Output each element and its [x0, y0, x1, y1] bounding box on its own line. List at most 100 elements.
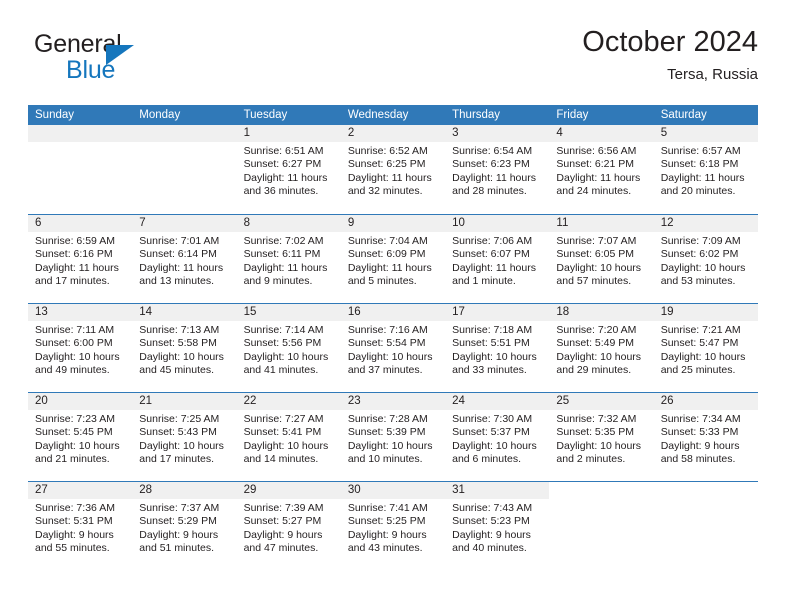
- daylight-duration: Daylight: 9 hours and 51 minutes.: [139, 528, 219, 555]
- daylight-duration: Daylight: 10 hours and 49 minutes.: [35, 350, 120, 377]
- sunrise-time: Sunrise: 6:54 AM: [452, 145, 533, 157]
- day-cell[interactable]: 31 Sunrise: 7:43 AM Sunset: 5:23 PM Dayligh…: [445, 482, 550, 570]
- day-number: 16: [340, 304, 446, 321]
- day-cell[interactable]: 4 Sunrise: 6:56 AM Sunset: 6:21 PM Daylight…: [549, 125, 654, 214]
- day-cell[interactable]: 25 Sunrise: 7:32 AM Sunset: 5:35 PM Dayligh…: [549, 393, 654, 481]
- day-cell[interactable]: 23 Sunrise: 7:28 AM Sunset: 5:39 PM Dayligh…: [340, 393, 446, 481]
- day-cell-empty: [132, 125, 237, 214]
- day-details: Sunrise: 7:36 AM Sunset: 5:31 PM Daylight:…: [28, 499, 132, 556]
- sunset-time: Sunset: 6:16 PM: [35, 248, 113, 261]
- daylight-duration: Daylight: 10 hours and 14 minutes.: [243, 439, 329, 466]
- weekday-header-row: Sunday Monday Tuesday Wednesday Thursday…: [28, 105, 758, 125]
- sunrise-time: Sunrise: 7:23 AM: [35, 413, 115, 425]
- day-cell[interactable]: 12 Sunrise: 7:09 AM Sunset: 6:02 PM Dayligh…: [653, 215, 758, 303]
- sunset-time: Sunset: 6:21 PM: [556, 158, 635, 171]
- day-details: Sunrise: 7:34 AM Sunset: 5:33 PM Daylight:…: [654, 410, 758, 467]
- day-cell[interactable]: 8 Sunrise: 7:02 AM Sunset: 6:11 PM Daylight…: [236, 215, 341, 303]
- day-cell[interactable]: 26 Sunrise: 7:34 AM Sunset: 5:33 PM Dayligh…: [653, 393, 758, 481]
- day-cell[interactable]: 19 Sunrise: 7:21 AM Sunset: 5:47 PM Dayligh…: [653, 304, 758, 392]
- day-cell[interactable]: 6 Sunrise: 6:59 AM Sunset: 6:16 PM Daylight…: [28, 215, 133, 303]
- day-cell[interactable]: 28 Sunrise: 7:37 AM Sunset: 5:29 PM Dayligh…: [132, 482, 237, 570]
- day-cell[interactable]: 20 Sunrise: 7:23 AM Sunset: 5:45 PM Dayligh…: [28, 393, 133, 481]
- sunset-time: Sunset: 6:18 PM: [660, 158, 739, 171]
- day-details: Sunrise: 7:27 AM Sunset: 5:41 PM Daylight:…: [237, 410, 341, 467]
- day-details: Sunrise: 7:01 AM Sunset: 6:14 PM Daylight:…: [132, 232, 236, 289]
- sunset-time: Sunset: 5:27 PM: [243, 515, 322, 528]
- day-number: 26: [653, 393, 758, 410]
- day-details: Sunrise: 7:04 AM Sunset: 6:09 PM Daylight:…: [341, 232, 445, 289]
- day-number: [132, 125, 237, 142]
- sunset-time: Sunset: 6:02 PM: [660, 248, 739, 261]
- page-title: October 2024: [582, 26, 758, 58]
- page-header: General Blue October 2024 Tersa, Russia: [34, 26, 758, 96]
- day-cell[interactable]: 22 Sunrise: 7:27 AM Sunset: 5:41 PM Dayligh…: [236, 393, 341, 481]
- day-cell[interactable]: 11 Sunrise: 7:07 AM Sunset: 6:05 PM Dayligh…: [549, 215, 654, 303]
- day-cell[interactable]: 17 Sunrise: 7:18 AM Sunset: 5:51 PM Dayligh…: [445, 304, 550, 392]
- day-details: Sunrise: 7:02 AM Sunset: 6:11 PM Daylight:…: [237, 232, 341, 289]
- daylight-duration: Daylight: 9 hours and 47 minutes.: [243, 528, 323, 555]
- day-number: 29: [236, 482, 341, 499]
- daylight-duration: Daylight: 10 hours and 41 minutes.: [243, 350, 329, 377]
- sunset-time: Sunset: 5:35 PM: [556, 426, 635, 439]
- day-cell[interactable]: 15 Sunrise: 7:14 AM Sunset: 5:56 PM Dayligh…: [236, 304, 341, 392]
- day-number: 23: [340, 393, 446, 410]
- daylight-duration: Daylight: 11 hours and 20 minutes.: [660, 171, 745, 198]
- daylight-duration: Daylight: 9 hours and 43 minutes.: [347, 528, 427, 555]
- sunset-time: Sunset: 5:43 PM: [139, 426, 217, 439]
- daylight-duration: Daylight: 10 hours and 45 minutes.: [139, 350, 224, 377]
- day-details: Sunrise: 7:39 AM Sunset: 5:27 PM Daylight:…: [237, 499, 341, 556]
- brand-logo[interactable]: General Blue: [34, 32, 254, 92]
- sunrise-time: Sunrise: 7:28 AM: [347, 413, 428, 425]
- sunrise-time: Sunrise: 7:25 AM: [139, 413, 220, 425]
- daylight-duration: Daylight: 11 hours and 5 minutes.: [347, 261, 432, 288]
- day-cell[interactable]: 24 Sunrise: 7:30 AM Sunset: 5:37 PM Dayligh…: [445, 393, 550, 481]
- day-details: Sunrise: 7:43 AM Sunset: 5:23 PM Daylight:…: [445, 499, 549, 556]
- day-cell[interactable]: 10 Sunrise: 7:06 AM Sunset: 6:07 PM Dayligh…: [445, 215, 550, 303]
- day-cell[interactable]: 2 Sunrise: 6:52 AM Sunset: 6:25 PM Daylight…: [340, 125, 446, 214]
- day-cell[interactable]: 27 Sunrise: 7:36 AM Sunset: 5:31 PM Dayligh…: [28, 482, 133, 570]
- day-number: 7: [132, 215, 237, 232]
- sunrise-time: Sunrise: 7:16 AM: [347, 324, 428, 336]
- calendar-grid: Sunday Monday Tuesday Wednesday Thursday…: [28, 105, 758, 570]
- weekday-header-tuesday: Tuesday: [243, 109, 288, 121]
- sunrise-time: Sunrise: 7:20 AM: [556, 324, 637, 336]
- sunrise-time: Sunrise: 7:21 AM: [660, 324, 741, 336]
- day-cell[interactable]: 29 Sunrise: 7:39 AM Sunset: 5:27 PM Dayligh…: [236, 482, 341, 570]
- sunrise-time: Sunrise: 7:11 AM: [35, 324, 115, 336]
- day-cell[interactable]: 14 Sunrise: 7:13 AM Sunset: 5:58 PM Dayligh…: [132, 304, 237, 392]
- sunrise-time: Sunrise: 7:09 AM: [660, 235, 741, 247]
- day-cell[interactable]: 16 Sunrise: 7:16 AM Sunset: 5:54 PM Dayligh…: [340, 304, 446, 392]
- sunrise-time: Sunrise: 7:36 AM: [35, 502, 115, 514]
- day-details: Sunrise: 7:20 AM Sunset: 5:49 PM Daylight:…: [549, 321, 653, 378]
- sunrise-time: Sunrise: 7:39 AM: [243, 502, 324, 514]
- sunset-time: Sunset: 5:37 PM: [452, 426, 530, 439]
- sunset-time: Sunset: 6:09 PM: [347, 248, 426, 261]
- day-cell[interactable]: 5 Sunrise: 6:57 AM Sunset: 6:18 PM Daylight…: [653, 125, 758, 214]
- sunrise-time: Sunrise: 7:13 AM: [139, 324, 220, 336]
- page-subtitle: Tersa, Russia: [667, 66, 758, 84]
- calendar-page: General Blue October 2024 Tersa, Russia …: [0, 0, 792, 612]
- day-cell[interactable]: 18 Sunrise: 7:20 AM Sunset: 5:49 PM Dayligh…: [549, 304, 654, 392]
- daylight-duration: Daylight: 9 hours and 55 minutes.: [35, 528, 114, 555]
- day-cell[interactable]: 9 Sunrise: 7:04 AM Sunset: 6:09 PM Daylight…: [340, 215, 446, 303]
- day-cell[interactable]: 30 Sunrise: 7:41 AM Sunset: 5:25 PM Dayligh…: [340, 482, 446, 570]
- day-cell[interactable]: 7 Sunrise: 7:01 AM Sunset: 6:14 PM Daylight…: [132, 215, 237, 303]
- day-number: 10: [445, 215, 550, 232]
- sunset-time: Sunset: 6:00 PM: [35, 337, 113, 350]
- sunrise-time: Sunrise: 7:27 AM: [243, 413, 324, 425]
- day-cell[interactable]: 1 Sunrise: 6:51 AM Sunset: 6:27 PM Daylight…: [236, 125, 341, 214]
- day-number: 18: [549, 304, 654, 321]
- day-number: 21: [132, 393, 237, 410]
- day-number: 1: [236, 125, 341, 142]
- day-number: 12: [653, 215, 758, 232]
- daylight-duration: Daylight: 10 hours and 10 minutes.: [347, 439, 433, 466]
- day-cell[interactable]: 21 Sunrise: 7:25 AM Sunset: 5:43 PM Dayligh…: [132, 393, 237, 481]
- day-number: 25: [549, 393, 654, 410]
- sunrise-time: Sunrise: 7:32 AM: [556, 413, 637, 425]
- sunset-time: Sunset: 5:56 PM: [243, 337, 322, 350]
- day-number: 11: [549, 215, 654, 232]
- day-cell[interactable]: 3 Sunrise: 6:54 AM Sunset: 6:23 PM Daylight…: [445, 125, 550, 214]
- day-cell[interactable]: 13 Sunrise: 7:11 AM Sunset: 6:00 PM Dayligh…: [28, 304, 133, 392]
- day-number: 22: [236, 393, 341, 410]
- daylight-duration: Daylight: 10 hours and 2 minutes.: [556, 439, 642, 466]
